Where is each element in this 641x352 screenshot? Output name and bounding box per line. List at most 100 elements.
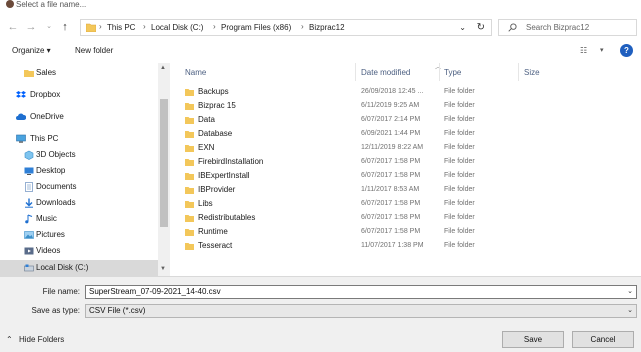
date-modified-cell: 6/07/2017 1:58 PM (361, 214, 421, 221)
file-name-cell: EXN (198, 143, 215, 152)
save-as-type-label: Save as type: (31, 306, 80, 315)
column-header-size[interactable]: Size (524, 68, 540, 78)
nav-item-label: Pictures (36, 230, 65, 239)
cloud-icon (16, 113, 26, 120)
column-header-name[interactable]: Name (185, 68, 206, 78)
type-cell: File folder (444, 158, 475, 165)
nav-item-dropbox[interactable]: Dropbox (0, 87, 158, 103)
type-cell: File folder (444, 200, 475, 207)
navigation-scrollbar[interactable]: ▲ ▼ (158, 63, 170, 276)
breadcrumb-separator-icon: › (213, 22, 216, 31)
nav-item-3d-objects[interactable]: 3D Objects (0, 147, 158, 163)
table-row[interactable]: Backups 26/09/2018 12:45 ... File folder (171, 85, 611, 99)
navigation-pane: Sales Dropbox OneDrive This PC 3D Object… (0, 63, 170, 276)
nav-item-music[interactable]: Music (0, 211, 158, 227)
table-row[interactable]: Redistributables 6/07/2017 1:58 PM File fo… (171, 211, 611, 225)
new-folder-button[interactable]: New folder (75, 46, 113, 56)
folder-icon (185, 103, 194, 110)
search-box[interactable]: Search Bizprac12 (498, 19, 637, 36)
column-header-date-modified[interactable]: Date modified (361, 68, 410, 78)
folder-icon (185, 117, 194, 124)
nav-item-local-disk[interactable]: Local Disk (C:) (0, 260, 158, 276)
video-icon (24, 247, 34, 255)
scroll-down-arrow-icon[interactable]: ▼ (160, 266, 166, 272)
table-row[interactable]: Tesseract 11/07/2017 1:38 PM File folder (171, 239, 611, 253)
back-arrow-icon[interactable]: ← (6, 19, 20, 35)
column-divider[interactable] (355, 63, 356, 81)
column-header-type[interactable]: Type (444, 68, 461, 78)
folder-icon (24, 70, 34, 77)
folder-icon (185, 187, 194, 194)
nav-item-label: Local Disk (C:) (36, 263, 89, 272)
scroll-up-arrow-icon[interactable]: ▲ (160, 65, 166, 71)
date-modified-cell: 6/07/2017 1:58 PM (361, 200, 421, 207)
file-name-cell: Runtime (198, 227, 228, 236)
save-button[interactable]: Save (502, 331, 564, 348)
folder-icon (185, 173, 194, 180)
date-modified-cell: 6/07/2017 2:14 PM (361, 116, 421, 123)
folder-icon (86, 23, 96, 32)
date-modified-cell: 26/09/2018 12:45 ... (361, 88, 424, 95)
nav-item-downloads[interactable]: Downloads (0, 195, 158, 211)
documents-icon (25, 182, 33, 192)
date-modified-cell: 12/11/2019 8:22 AM (361, 144, 424, 151)
address-dropdown-icon[interactable]: ⌄ (459, 23, 466, 32)
date-modified-cell: 6/09/2021 1:44 PM (361, 130, 421, 137)
nav-item-this-pc[interactable]: This PC (0, 131, 158, 147)
breadcrumb-local-disk[interactable]: Local Disk (C:) (151, 23, 203, 33)
breadcrumb-program-files[interactable]: Program Files (x86) (221, 23, 291, 33)
nav-item-desktop[interactable]: Desktop (0, 163, 158, 179)
column-divider[interactable] (518, 63, 519, 81)
scrollbar-thumb[interactable] (160, 99, 168, 227)
nav-item-onedrive[interactable]: OneDrive (0, 109, 158, 125)
table-row[interactable]: Libs 6/07/2017 1:58 PM File folder (171, 197, 611, 211)
chevron-down-icon[interactable]: ⌄ (627, 306, 633, 314)
breadcrumb-bizprac12[interactable]: Bizprac12 (309, 23, 345, 33)
save-as-type-select[interactable]: CSV File (*.csv) ⌄ (85, 304, 637, 318)
desktop-icon (24, 167, 34, 175)
organize-button[interactable]: Organize ▾ (12, 46, 51, 56)
type-cell: File folder (444, 116, 475, 123)
chevron-up-icon: ⌃ (6, 335, 13, 344)
breadcrumb-this-pc[interactable]: This PC (107, 23, 135, 33)
nav-item-pictures[interactable]: Pictures (0, 227, 158, 243)
forward-arrow-icon[interactable]: → (24, 19, 38, 35)
nav-item-label: This PC (30, 134, 59, 143)
type-cell: File folder (444, 88, 475, 95)
file-name-cell: IBProvider (198, 185, 236, 194)
up-arrow-icon[interactable]: ↑ (58, 19, 72, 35)
table-row[interactable]: Data 6/07/2017 2:14 PM File folder (171, 113, 611, 127)
table-row[interactable]: Database 6/09/2021 1:44 PM File folder (171, 127, 611, 141)
table-row[interactable]: IBProvider 1/11/2017 8:53 AM File folder (171, 183, 611, 197)
table-row[interactable]: IBExpertInstall 6/07/2017 1:58 PM File fol… (171, 169, 611, 183)
file-name-input[interactable]: SuperStream_07-09-2021_14-40.csv ⌄ (85, 285, 637, 299)
nav-item-label: Dropbox (30, 90, 61, 99)
table-row[interactable]: FirebirdInstallation 6/07/2017 1:58 PM Fil… (171, 155, 611, 169)
nav-item-sales[interactable]: Sales (0, 65, 158, 81)
type-cell: File folder (444, 130, 475, 137)
nav-item-documents[interactable]: Documents (0, 179, 158, 195)
hide-folders-label: Hide Folders (18, 335, 65, 344)
chevron-down-icon[interactable]: ⌄ (627, 287, 633, 295)
address-bar[interactable]: › This PC › Local Disk (C:) › Program Fi… (80, 19, 492, 36)
file-name-cell: IBExpertInstall (198, 171, 250, 180)
date-modified-cell: 6/11/2019 9:25 AM (361, 102, 420, 109)
type-cell: File folder (444, 242, 475, 249)
hide-folders-toggle[interactable]: ⌃ Hide Folders (6, 335, 64, 345)
cancel-button[interactable]: Cancel (572, 331, 634, 348)
table-row[interactable]: Runtime 6/07/2017 1:58 PM File folder (171, 225, 611, 239)
view-options-icon[interactable]: ☷ (580, 46, 587, 55)
column-divider[interactable] (439, 63, 440, 81)
nav-item-videos[interactable]: Videos (0, 243, 158, 259)
computer-icon (16, 134, 26, 143)
recent-locations-chevron-icon[interactable]: ⌄ (42, 19, 56, 35)
table-row[interactable]: EXN 12/11/2019 8:22 AM File folder (171, 141, 611, 155)
refresh-icon[interactable]: ↻ (477, 22, 485, 33)
file-name-cell: Redistributables (198, 213, 256, 222)
help-button[interactable]: ? (620, 44, 633, 57)
view-dropdown-icon[interactable]: ▾ (600, 46, 604, 54)
table-row[interactable]: Bizprac 15 6/11/2019 9:25 AM File folder (171, 99, 611, 113)
type-cell: File folder (444, 102, 475, 109)
date-modified-cell: 11/07/2017 1:38 PM (361, 242, 424, 249)
window-title: Select a file name... (16, 0, 87, 9)
